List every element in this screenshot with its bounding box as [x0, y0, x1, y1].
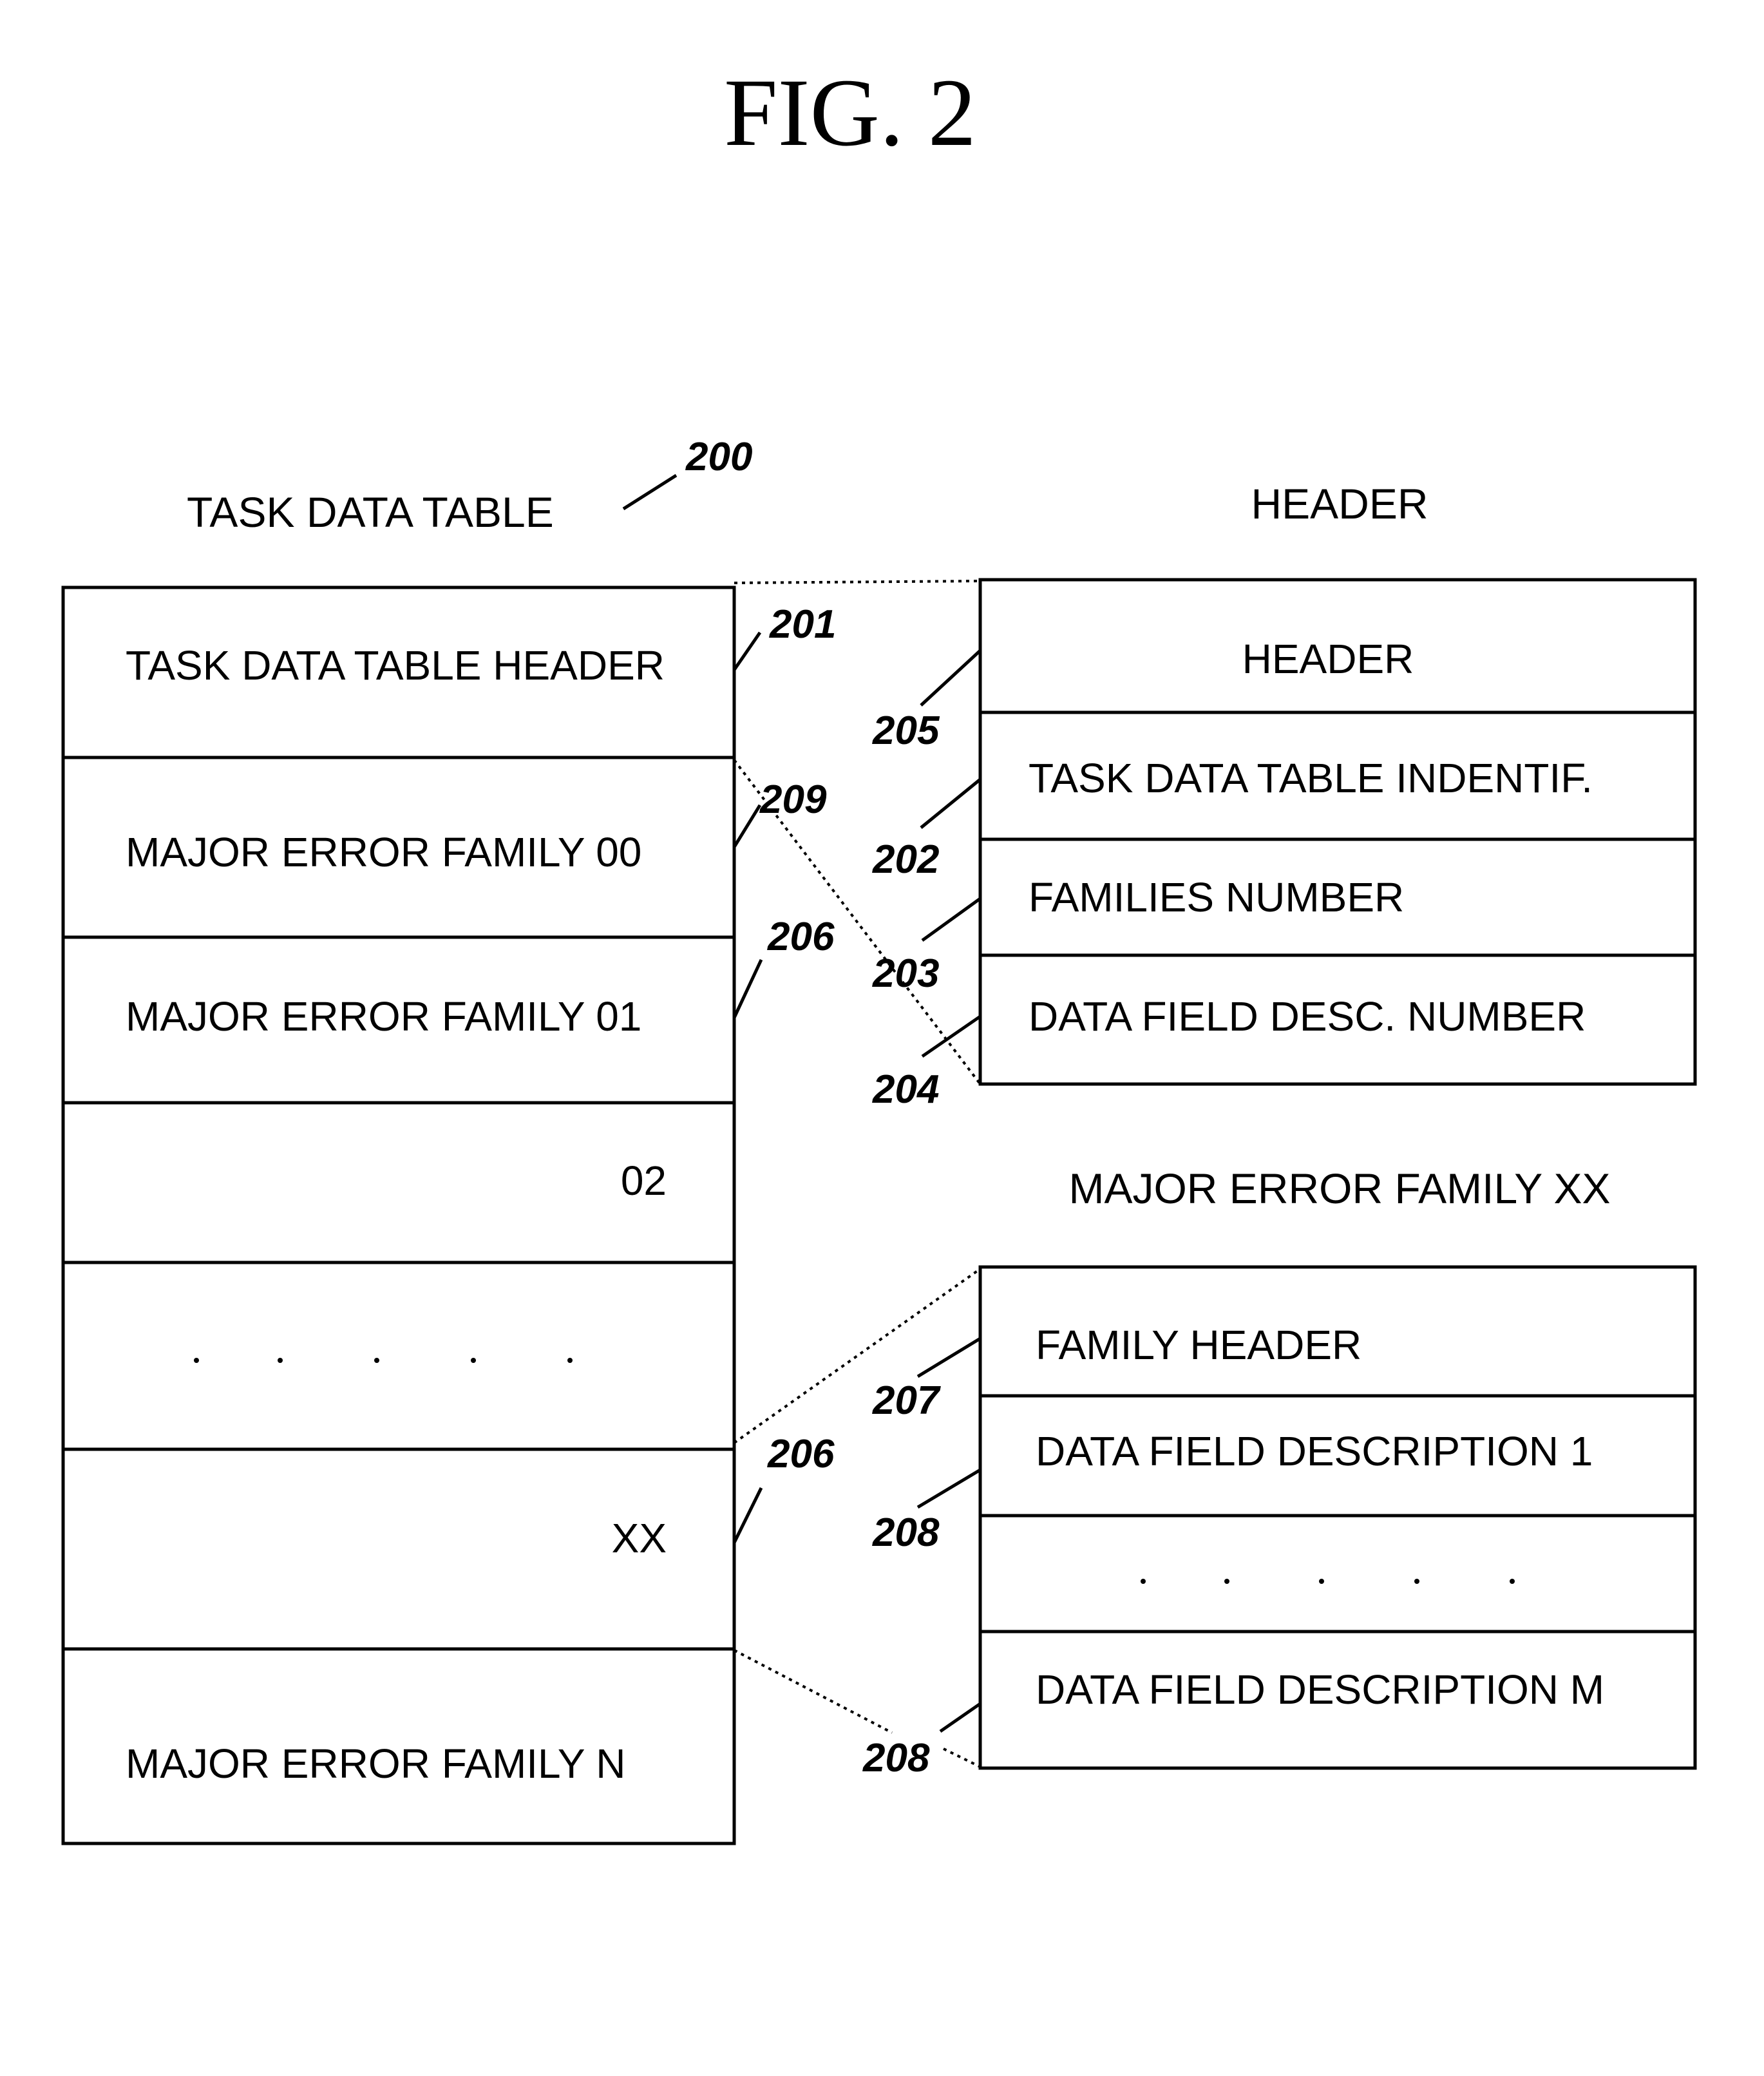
- leader-line-204: [921, 1014, 982, 1058]
- left-leaders: [732, 631, 763, 1544]
- header-row-families-number: FAMILIES NUMBER: [1029, 874, 1404, 920]
- ellipsis-dot: [1141, 1579, 1146, 1584]
- leader-line-207: [916, 1337, 982, 1378]
- task-row-family-01: MAJOR ERROR FAMILY 01: [126, 993, 641, 1040]
- family-row-data-field-description-1: DATA FIELD DESCRIPTION 1: [1036, 1428, 1593, 1474]
- leader-line-205: [920, 649, 982, 707]
- ellipsis-dot: [374, 1358, 379, 1363]
- task-data-table: [61, 586, 736, 1845]
- expansion-line-family-bottom-b: [943, 1747, 981, 1768]
- task-row-family-02: 02: [621, 1157, 667, 1204]
- task-data-table-frame: [61, 586, 736, 1845]
- ref-206a: 206: [767, 915, 835, 959]
- ref-204: 204: [872, 1067, 939, 1112]
- header-table-caption: HEADER: [1251, 480, 1428, 528]
- header-row-task-data-table-identif: TASK DATA TABLE INDENTIF.: [1029, 755, 1593, 801]
- task-row-family-00: MAJOR ERROR FAMILY 00: [126, 829, 641, 875]
- expansion-line-family-bottom-a: [734, 1649, 893, 1734]
- ellipsis-dot: [471, 1358, 476, 1363]
- ellipsis-dot: [1224, 1579, 1229, 1584]
- leader-line-202: [920, 778, 982, 829]
- task-row-family-n: MAJOR ERROR FAMILY N: [126, 1740, 625, 1787]
- ellipsis-dot: [1510, 1579, 1515, 1584]
- leader-line-206b: [732, 1487, 763, 1544]
- task-row-family-xx: XX: [612, 1515, 667, 1561]
- leader-line-201: [732, 631, 762, 671]
- ref-208a: 208: [872, 1510, 940, 1555]
- leader-line-200: [622, 473, 678, 511]
- ref-208b: 208: [862, 1736, 930, 1780]
- expansion-lines: [733, 580, 982, 1768]
- ref-201: 201: [769, 602, 836, 647]
- ref-209: 209: [759, 777, 827, 822]
- ref-206b: 206: [767, 1432, 835, 1476]
- leader-line-203: [921, 897, 982, 942]
- family-table-caption: MAJOR ERROR FAMILY XX: [1068, 1165, 1610, 1212]
- leader-line-208a: [916, 1468, 982, 1509]
- ref-200: 200: [685, 435, 752, 479]
- family-row-ellipsis: [1141, 1579, 1515, 1584]
- ellipsis-dot: [1414, 1579, 1419, 1584]
- leader-line-209: [732, 804, 762, 848]
- ref-205: 205: [872, 709, 940, 753]
- expansion-line-family-top: [733, 1268, 982, 1444]
- ellipsis-dot: [1319, 1579, 1324, 1584]
- family-row-family-header: FAMILY HEADER: [1036, 1322, 1361, 1368]
- task-row-header: TASK DATA TABLE HEADER: [126, 642, 665, 689]
- ref-207: 207: [872, 1378, 941, 1423]
- family-row-data-field-description-m: DATA FIELD DESCRIPTION M: [1036, 1666, 1604, 1713]
- header-row-header: HEADER: [1242, 636, 1414, 682]
- expansion-line-header-top: [734, 580, 981, 584]
- ellipsis-dot: [194, 1358, 199, 1363]
- ref-203: 203: [872, 951, 939, 996]
- task-row-ellipsis: [194, 1358, 573, 1363]
- figure-title: FIG. 2: [724, 59, 976, 166]
- header-row-data-field-desc-number: DATA FIELD DESC. NUMBER: [1029, 993, 1586, 1040]
- task-data-table-caption: TASK DATA TABLE: [187, 488, 554, 536]
- ellipsis-dot: [567, 1358, 573, 1363]
- ellipsis-dot: [278, 1358, 283, 1363]
- leader-line-206a: [732, 958, 763, 1019]
- ref-202: 202: [872, 837, 939, 882]
- fig2-diagram: FIG. 2 TASK DATA TABLE 200 TASK DATA TAB…: [61, 59, 1697, 1845]
- leader-line-208b: [939, 1702, 982, 1733]
